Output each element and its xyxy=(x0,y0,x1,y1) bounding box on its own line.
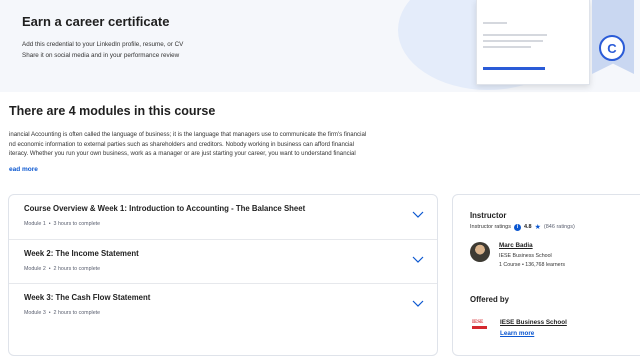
cert-line xyxy=(483,22,507,24)
rating-value: 4.8 xyxy=(523,224,532,230)
read-more-link[interactable]: ead more xyxy=(9,166,38,173)
module-meta: Module 2 • 2 hours to complete xyxy=(24,266,101,272)
module-label: Module 2 xyxy=(24,266,46,272)
chevron-down-icon[interactable] xyxy=(412,254,424,264)
description-line: iteracy. Whether you run your own busine… xyxy=(9,150,356,157)
module-title: Week 3: The Cash Flow Statement xyxy=(24,293,151,302)
module-duration: 3 hours to complete xyxy=(53,221,101,227)
module-label: Module 3 xyxy=(24,310,46,316)
instructor-ratings: Instructor ratings i 4.8 ★ (846 ratings) xyxy=(470,223,575,231)
instructor-avatar xyxy=(470,242,490,262)
module-duration: 2 hours to complete xyxy=(53,310,101,316)
star-icon: ★ xyxy=(534,224,541,231)
certificate-line-2: Share it on social media and in your per… xyxy=(22,52,180,59)
cert-line xyxy=(483,34,547,36)
module-title: Course Overview & Week 1: Introduction t… xyxy=(24,204,306,213)
modules-heading: There are 4 modules in this course xyxy=(9,104,216,118)
chevron-down-icon[interactable] xyxy=(412,298,424,308)
chevron-down-icon[interactable] xyxy=(412,209,424,219)
instructor-name-link[interactable]: Marc Badia xyxy=(499,242,533,249)
iese-logo-text: IESE xyxy=(472,320,484,325)
cert-line xyxy=(483,40,543,42)
description-line: inancial Accounting is often called the … xyxy=(9,131,367,138)
instructor-stats: 1 Course • 136,768 learners xyxy=(499,262,566,268)
certificate-line-1: Add this credential to your LinkedIn pro… xyxy=(22,41,184,48)
rating-count: (846 ratings) xyxy=(543,224,575,230)
description-line: nd economic information to external part… xyxy=(9,140,355,148)
iese-logo-bar xyxy=(472,326,487,329)
iese-logo: IESE xyxy=(470,320,490,336)
learn-more-link[interactable]: Learn more xyxy=(500,330,534,337)
offered-by-heading: Offered by xyxy=(470,295,509,304)
instructor-card: Instructor Instructor ratings i 4.8 ★ (8… xyxy=(452,194,640,356)
module-meta: Module 3 • 2 hours to complete xyxy=(24,310,101,316)
ratings-label: Instructor ratings xyxy=(470,224,511,230)
module-meta: Module 1 • 3 hours to complete xyxy=(24,221,101,227)
certificate-preview-image xyxy=(476,0,590,85)
module-title: Week 2: The Income Statement xyxy=(24,249,139,258)
info-icon[interactable]: i xyxy=(513,223,521,231)
module-row-3[interactable]: Week 3: The Cash Flow Statement Module 3… xyxy=(9,283,437,328)
module-label: Module 1 xyxy=(24,221,46,227)
coursera-logo-icon: C xyxy=(599,35,625,61)
module-row-2[interactable]: Week 2: The Income Statement Module 2 • … xyxy=(9,239,437,284)
modules-list: Course Overview & Week 1: Introduction t… xyxy=(8,194,438,356)
instructor-heading: Instructor xyxy=(470,211,507,220)
cert-line xyxy=(483,46,531,48)
course-description: inancial Accounting is often called the … xyxy=(9,130,439,159)
cert-accent-bar xyxy=(483,67,545,70)
module-row-1[interactable]: Course Overview & Week 1: Introduction t… xyxy=(9,195,437,239)
instructor-school: IESE Business School xyxy=(499,253,552,259)
module-duration: 2 hours to complete xyxy=(53,266,101,272)
certificate-description: Add this credential to your LinkedIn pro… xyxy=(22,39,183,61)
certificate-title: Earn a career certificate xyxy=(22,14,170,29)
partner-name-link[interactable]: IESE Business School xyxy=(500,319,567,326)
